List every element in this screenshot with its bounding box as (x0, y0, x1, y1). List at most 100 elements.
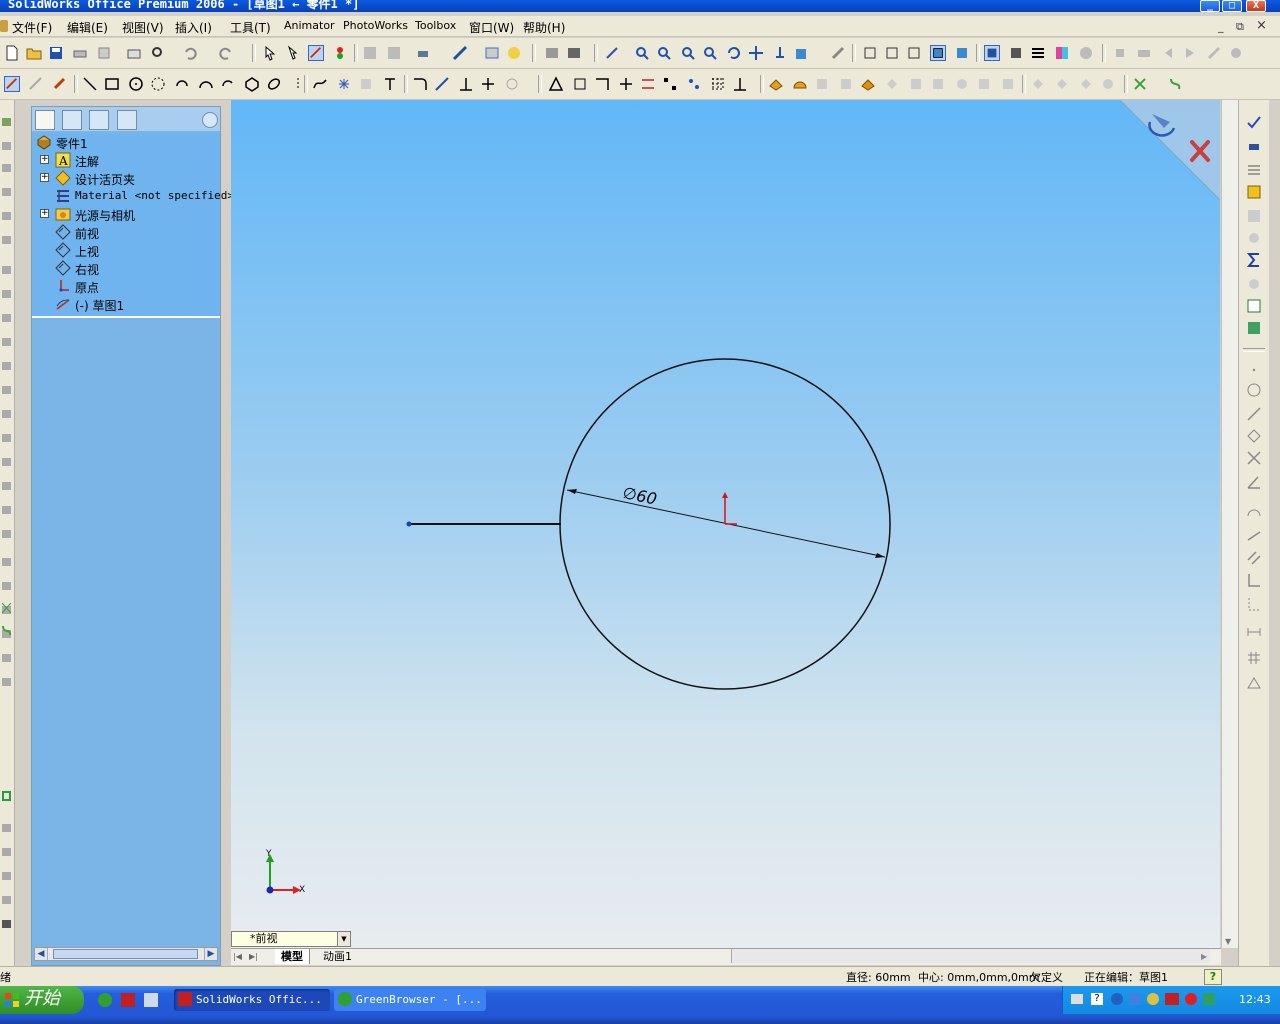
tab-display-manager[interactable] (117, 110, 137, 130)
minimize-button[interactable]: _ (1200, 0, 1220, 12)
rib-side-icon[interactable] (1, 288, 12, 300)
zoom-to-fit-icon[interactable] (634, 45, 650, 61)
rotate-entities-icon[interactable] (594, 76, 610, 92)
intersect-icon[interactable] (1100, 76, 1116, 92)
tab-feature-tree[interactable] (35, 110, 55, 130)
start-button[interactable]: 开始 (0, 986, 84, 1014)
open-folder-icon[interactable] (26, 45, 42, 61)
animation-stop-icon[interactable] (1112, 45, 1128, 61)
centerpoint-arc-icon[interactable] (174, 76, 190, 92)
hidden-lines-visible-icon[interactable] (884, 45, 900, 61)
part-options-icon[interactable] (96, 45, 112, 61)
polygon-tool-icon[interactable] (244, 76, 260, 92)
scroll-thumb[interactable] (53, 949, 198, 959)
desktop-quicklaunch-icon[interactable] (143, 992, 159, 1008)
greenbrowser-quicklaunch-icon[interactable] (97, 992, 113, 1008)
mirror-side-icon[interactable] (1, 432, 12, 444)
display-tray-icon[interactable] (1129, 993, 1141, 1005)
toolbox-icon[interactable] (484, 45, 500, 61)
mirror-icon[interactable] (548, 76, 564, 92)
extrude-boss-icon[interactable] (768, 76, 784, 92)
smart-dimension-icon[interactable] (28, 76, 44, 92)
tab-scroll-left-icon[interactable]: |◀ (233, 949, 242, 964)
power-tray-icon[interactable] (1203, 993, 1215, 1005)
revolve-boss-icon[interactable] (792, 76, 808, 92)
line-relation-icon[interactable] (1246, 406, 1262, 422)
expand-toggle[interactable]: + (40, 209, 49, 218)
thread-side-icon[interactable] (1, 580, 12, 592)
animation-play-icon[interactable] (1182, 45, 1198, 61)
coincident-relation-icon[interactable] (1246, 596, 1262, 612)
scroll-right-icon[interactable]: ▶ (204, 948, 217, 960)
revolve-cut-icon[interactable] (884, 76, 900, 92)
tree-item-sketch1[interactable]: (-) 草图1 (32, 295, 220, 313)
fillet-feature-icon[interactable] (930, 76, 946, 92)
tab-animation1[interactable]: 动画1 (317, 949, 358, 964)
copy-entities-icon[interactable] (640, 76, 656, 92)
expand-panel-icon[interactable] (202, 112, 218, 128)
zoom-in-out-icon[interactable] (680, 45, 696, 61)
point-dot-icon[interactable] (1246, 362, 1262, 378)
mdi-restore-button[interactable]: ⧉ (1236, 20, 1244, 34)
render-icon[interactable] (566, 45, 582, 61)
import-diagnostics-icon[interactable] (1246, 208, 1262, 224)
equations-icon[interactable] (1246, 252, 1262, 268)
tree-item-design-binder[interactable]: + 设计活页夹 (32, 169, 220, 187)
dropdown-arrow-icon[interactable]: ▼ (337, 932, 350, 946)
menu-file[interactable]: 文件(F) (12, 19, 52, 36)
dimension-icon[interactable] (52, 76, 68, 92)
sheet-metal-side-icon[interactable] (1, 822, 12, 834)
line-tool-icon[interactable] (82, 76, 98, 92)
circle-relation-icon[interactable] (1246, 382, 1262, 398)
line-endpoint[interactable] (406, 521, 412, 527)
pan-icon[interactable] (748, 45, 764, 61)
solidworks-quicklaunch-icon[interactable] (120, 992, 136, 1008)
perpendicular-relation-icon[interactable] (1246, 572, 1262, 588)
three-point-arc-icon[interactable] (220, 76, 236, 92)
draft-icon[interactable] (1030, 76, 1046, 92)
animation-record-icon[interactable] (1136, 45, 1152, 61)
wrap-side-icon[interactable] (1, 456, 12, 468)
feature-tree-scrollbar[interactable]: ◀ ▶ (34, 947, 218, 961)
tab-property-manager[interactable] (62, 110, 82, 130)
tree-item-part[interactable]: 零件1 (32, 133, 220, 151)
distance-relation-icon[interactable] (1246, 624, 1262, 640)
text-tool-icon[interactable] (358, 76, 374, 92)
convert-entities-icon[interactable] (480, 76, 496, 92)
view-orientation-icon[interactable] (794, 45, 810, 61)
circle-tool-icon[interactable] (128, 76, 144, 92)
graphics-vertical-scrollbar[interactable]: ▼ (1221, 100, 1238, 948)
revolve-icon[interactable] (1, 140, 12, 152)
loft-side-icon[interactable] (1, 186, 12, 198)
fillet-icon[interactable] (412, 76, 428, 92)
render-sphere-icon[interactable] (1078, 45, 1094, 61)
dome-side-icon[interactable] (1, 384, 12, 396)
surface-side-icon[interactable] (1, 894, 12, 906)
grid-icon[interactable] (386, 45, 402, 61)
menu-view[interactable]: 视图(V) (122, 19, 164, 36)
linear-pattern-icon[interactable] (662, 76, 678, 92)
weldment-side-icon[interactable] (1, 846, 12, 858)
circular-pattern-icon[interactable] (686, 76, 702, 92)
sweep-icon[interactable] (814, 76, 830, 92)
tree-item-origin[interactable]: 原点 (32, 277, 220, 295)
menu-edit[interactable]: 编辑(E) (67, 19, 108, 36)
task-greenbrowser[interactable]: GreenBrowser - [... (334, 989, 486, 1011)
mdi-close-button[interactable]: × (1256, 18, 1267, 33)
point-tool-icon[interactable] (336, 76, 352, 92)
wireframe-icon[interactable] (862, 45, 878, 61)
user-tray-icon[interactable] (1147, 993, 1159, 1005)
zebra-stripes-icon[interactable] (1030, 45, 1046, 61)
zoom-selection-icon[interactable] (702, 45, 718, 61)
ati-tray-icon[interactable] (1165, 993, 1179, 1005)
perspective-icon[interactable] (1008, 45, 1024, 61)
previous-view-icon[interactable] (604, 45, 620, 61)
sketch-picture-icon[interactable] (732, 76, 748, 92)
tree-item-front-plane[interactable]: 前视 (32, 223, 220, 241)
options-icon[interactable] (362, 45, 378, 61)
tab-scroll-right-icon[interactable]: ▶| (249, 949, 258, 964)
shaded-icon[interactable] (954, 45, 970, 61)
menu-window[interactable]: 窗口(W) (469, 19, 514, 36)
extrude-icon[interactable] (1, 116, 12, 128)
tab-configuration-manager[interactable] (89, 110, 109, 130)
